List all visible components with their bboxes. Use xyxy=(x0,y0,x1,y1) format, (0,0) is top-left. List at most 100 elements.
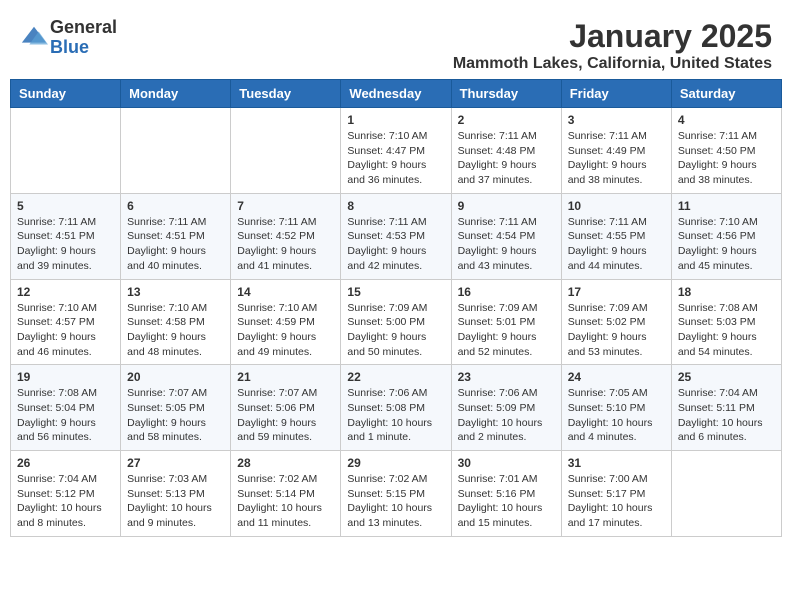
calendar-cell: 18 Sunrise: 7:08 AM Sunset: 5:03 PM Dayli… xyxy=(671,279,781,365)
cell-content: Sunrise: 7:07 AM Sunset: 5:06 PM Dayligh… xyxy=(237,386,334,445)
day-number: 7 xyxy=(237,199,334,213)
logo: General Blue xyxy=(20,18,117,58)
calendar-cell: 30 Sunrise: 7:01 AM Sunset: 5:16 PM Dayli… xyxy=(451,451,561,537)
calendar-header-tuesday: Tuesday xyxy=(231,80,341,108)
calendar-cell xyxy=(231,108,341,194)
calendar-header-wednesday: Wednesday xyxy=(341,80,451,108)
calendar-cell: 21 Sunrise: 7:07 AM Sunset: 5:06 PM Dayli… xyxy=(231,365,341,451)
day-number: 4 xyxy=(678,113,775,127)
day-number: 5 xyxy=(17,199,114,213)
cell-content: Sunrise: 7:08 AM Sunset: 5:04 PM Dayligh… xyxy=(17,386,114,445)
cell-content: Sunrise: 7:04 AM Sunset: 5:12 PM Dayligh… xyxy=(17,472,114,531)
cell-content: Sunrise: 7:10 AM Sunset: 4:58 PM Dayligh… xyxy=(127,301,224,360)
logo-text: General Blue xyxy=(50,18,117,58)
cell-content: Sunrise: 7:10 AM Sunset: 4:59 PM Dayligh… xyxy=(237,301,334,360)
calendar-week-row: 19 Sunrise: 7:08 AM Sunset: 5:04 PM Dayli… xyxy=(11,365,782,451)
day-number: 11 xyxy=(678,199,775,213)
cell-content: Sunrise: 7:06 AM Sunset: 5:09 PM Dayligh… xyxy=(458,386,555,445)
cell-content: Sunrise: 7:11 AM Sunset: 4:51 PM Dayligh… xyxy=(17,215,114,274)
day-number: 13 xyxy=(127,285,224,299)
calendar-cell: 20 Sunrise: 7:07 AM Sunset: 5:05 PM Dayli… xyxy=(121,365,231,451)
calendar-header-thursday: Thursday xyxy=(451,80,561,108)
day-number: 8 xyxy=(347,199,444,213)
day-number: 31 xyxy=(568,456,665,470)
calendar-cell: 25Sunrise: 7:04 AM Sunset: 5:11 PM Dayli… xyxy=(671,365,781,451)
calendar-cell: 2 Sunrise: 7:11 AM Sunset: 4:48 PM Daylig… xyxy=(451,108,561,194)
calendar-cell: 19 Sunrise: 7:08 AM Sunset: 5:04 PM Dayli… xyxy=(11,365,121,451)
calendar-cell xyxy=(671,451,781,537)
day-number: 19 xyxy=(17,370,114,384)
calendar-cell: 14Sunrise: 7:10 AM Sunset: 4:59 PM Dayli… xyxy=(231,279,341,365)
calendar-header-sunday: Sunday xyxy=(11,80,121,108)
cell-content: Sunrise: 7:09 AM Sunset: 5:02 PM Dayligh… xyxy=(568,301,665,360)
title-section: January 2025 Mammoth Lakes, California, … xyxy=(453,18,772,73)
day-number: 17 xyxy=(568,285,665,299)
calendar-cell: 16 Sunrise: 7:09 AM Sunset: 5:01 PM Dayli… xyxy=(451,279,561,365)
day-number: 10 xyxy=(568,199,665,213)
calendar-cell: 24Sunrise: 7:05 AM Sunset: 5:10 PM Dayli… xyxy=(561,365,671,451)
cell-content: Sunrise: 7:01 AM Sunset: 5:16 PM Dayligh… xyxy=(458,472,555,531)
calendar-cell: 15 Sunrise: 7:09 AM Sunset: 5:00 PM Dayli… xyxy=(341,279,451,365)
day-number: 22 xyxy=(347,370,444,384)
day-number: 20 xyxy=(127,370,224,384)
calendar-cell: 31 Sunrise: 7:00 AM Sunset: 5:17 PM Dayli… xyxy=(561,451,671,537)
cell-content: Sunrise: 7:07 AM Sunset: 5:05 PM Dayligh… xyxy=(127,386,224,445)
calendar-cell: 9 Sunrise: 7:11 AM Sunset: 4:54 PM Daylig… xyxy=(451,193,561,279)
location-title: Mammoth Lakes, California, United States xyxy=(453,55,772,73)
day-number: 1 xyxy=(347,113,444,127)
day-number: 16 xyxy=(458,285,555,299)
calendar-cell: 3Sunrise: 7:11 AM Sunset: 4:49 PM Daylig… xyxy=(561,108,671,194)
logo-blue-text: Blue xyxy=(50,38,117,58)
day-number: 2 xyxy=(458,113,555,127)
logo-general-text: General xyxy=(50,18,117,38)
cell-content: Sunrise: 7:02 AM Sunset: 5:14 PM Dayligh… xyxy=(237,472,334,531)
day-number: 27 xyxy=(127,456,224,470)
day-number: 29 xyxy=(347,456,444,470)
day-number: 23 xyxy=(458,370,555,384)
calendar-cell: 28Sunrise: 7:02 AM Sunset: 5:14 PM Dayli… xyxy=(231,451,341,537)
cell-content: Sunrise: 7:09 AM Sunset: 5:01 PM Dayligh… xyxy=(458,301,555,360)
cell-content: Sunrise: 7:00 AM Sunset: 5:17 PM Dayligh… xyxy=(568,472,665,531)
cell-content: Sunrise: 7:11 AM Sunset: 4:55 PM Dayligh… xyxy=(568,215,665,274)
cell-content: Sunrise: 7:11 AM Sunset: 4:50 PM Dayligh… xyxy=(678,129,775,188)
calendar-cell: 13 Sunrise: 7:10 AM Sunset: 4:58 PM Dayli… xyxy=(121,279,231,365)
cell-content: Sunrise: 7:02 AM Sunset: 5:15 PM Dayligh… xyxy=(347,472,444,531)
calendar-header-saturday: Saturday xyxy=(671,80,781,108)
day-number: 6 xyxy=(127,199,224,213)
calendar-cell: 5 Sunrise: 7:11 AM Sunset: 4:51 PM Daylig… xyxy=(11,193,121,279)
cell-content: Sunrise: 7:04 AM Sunset: 5:11 PM Dayligh… xyxy=(678,386,775,445)
calendar-header-friday: Friday xyxy=(561,80,671,108)
calendar-cell: 27Sunrise: 7:03 AM Sunset: 5:13 PM Dayli… xyxy=(121,451,231,537)
calendar-cell xyxy=(121,108,231,194)
day-number: 21 xyxy=(237,370,334,384)
calendar-cell: 23 Sunrise: 7:06 AM Sunset: 5:09 PM Dayli… xyxy=(451,365,561,451)
cell-content: Sunrise: 7:11 AM Sunset: 4:51 PM Dayligh… xyxy=(127,215,224,274)
calendar-cell: 17 Sunrise: 7:09 AM Sunset: 5:02 PM Dayli… xyxy=(561,279,671,365)
day-number: 18 xyxy=(678,285,775,299)
calendar-week-row: 5 Sunrise: 7:11 AM Sunset: 4:51 PM Daylig… xyxy=(11,193,782,279)
day-number: 9 xyxy=(458,199,555,213)
cell-content: Sunrise: 7:08 AM Sunset: 5:03 PM Dayligh… xyxy=(678,301,775,360)
calendar-cell: 8Sunrise: 7:11 AM Sunset: 4:53 PM Daylig… xyxy=(341,193,451,279)
day-number: 30 xyxy=(458,456,555,470)
cell-content: Sunrise: 7:11 AM Sunset: 4:54 PM Dayligh… xyxy=(458,215,555,274)
calendar-cell xyxy=(11,108,121,194)
day-number: 15 xyxy=(347,285,444,299)
logo-icon xyxy=(20,24,48,52)
calendar-week-row: 26 Sunrise: 7:04 AM Sunset: 5:12 PM Dayli… xyxy=(11,451,782,537)
cell-content: Sunrise: 7:10 AM Sunset: 4:57 PM Dayligh… xyxy=(17,301,114,360)
cell-content: Sunrise: 7:10 AM Sunset: 4:56 PM Dayligh… xyxy=(678,215,775,274)
cell-content: Sunrise: 7:11 AM Sunset: 4:52 PM Dayligh… xyxy=(237,215,334,274)
calendar-cell: 26 Sunrise: 7:04 AM Sunset: 5:12 PM Dayli… xyxy=(11,451,121,537)
calendar-cell: 11 Sunrise: 7:10 AM Sunset: 4:56 PM Dayli… xyxy=(671,193,781,279)
cell-content: Sunrise: 7:11 AM Sunset: 4:48 PM Dayligh… xyxy=(458,129,555,188)
calendar-header-monday: Monday xyxy=(121,80,231,108)
calendar-cell: 29 Sunrise: 7:02 AM Sunset: 5:15 PM Dayli… xyxy=(341,451,451,537)
day-number: 26 xyxy=(17,456,114,470)
calendar-cell: 6 Sunrise: 7:11 AM Sunset: 4:51 PM Daylig… xyxy=(121,193,231,279)
cell-content: Sunrise: 7:10 AM Sunset: 4:47 PM Dayligh… xyxy=(347,129,444,188)
cell-content: Sunrise: 7:09 AM Sunset: 5:00 PM Dayligh… xyxy=(347,301,444,360)
calendar-cell: 7 Sunrise: 7:11 AM Sunset: 4:52 PM Daylig… xyxy=(231,193,341,279)
day-number: 3 xyxy=(568,113,665,127)
day-number: 24 xyxy=(568,370,665,384)
